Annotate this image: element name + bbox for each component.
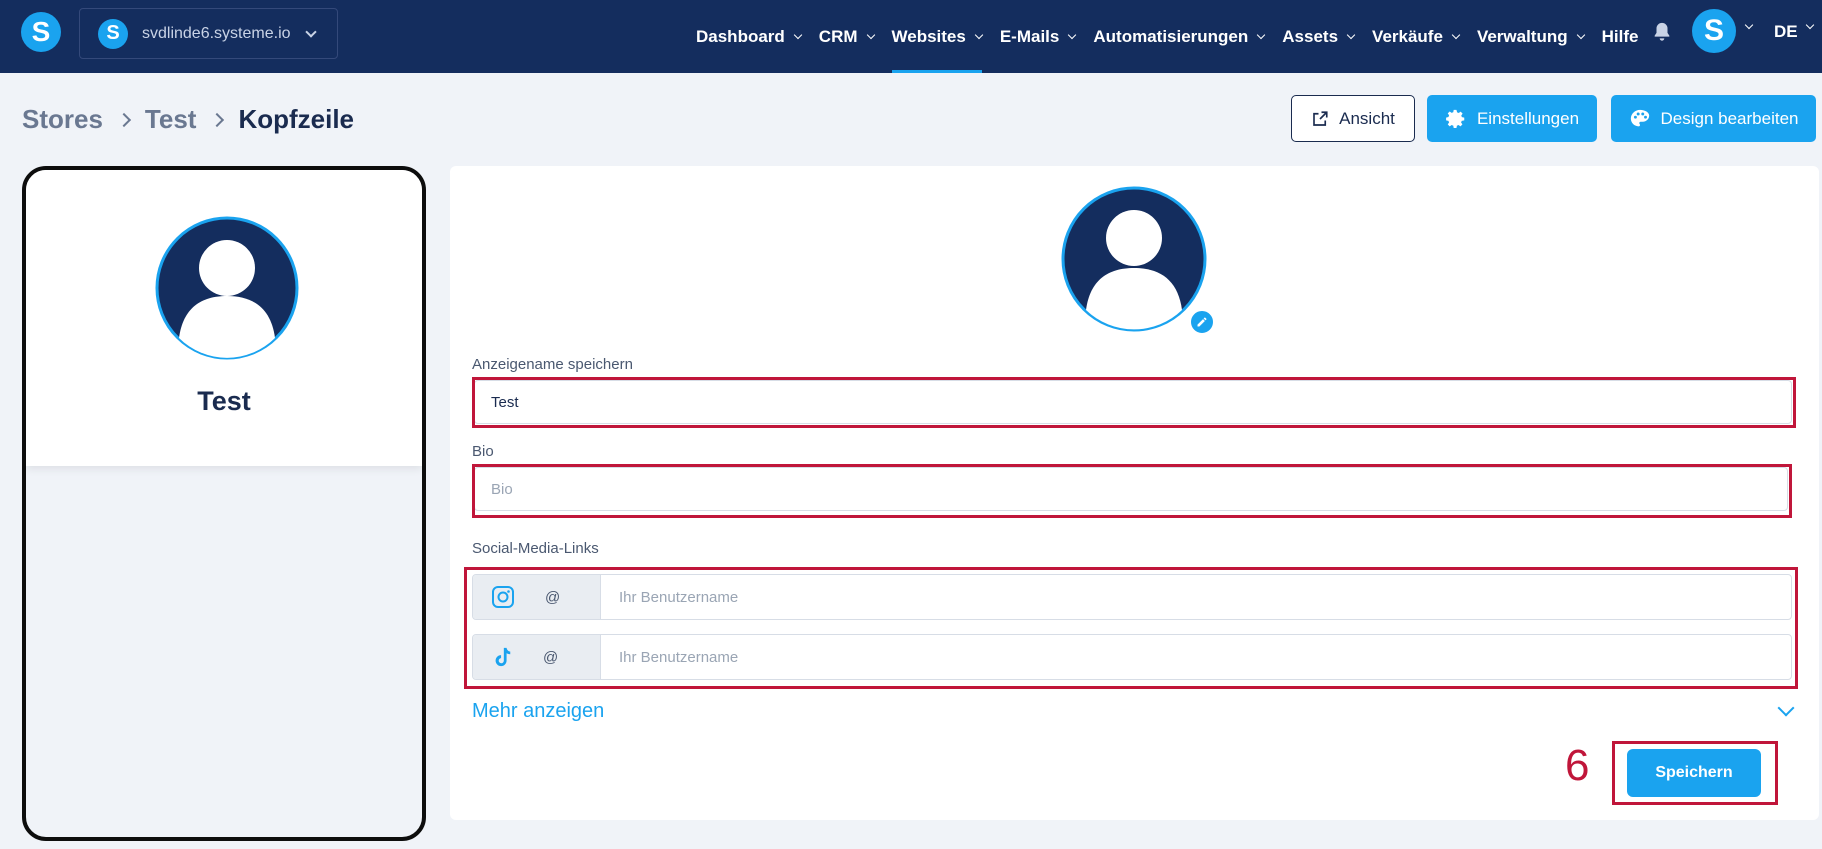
avatar-placeholder-icon <box>155 216 299 360</box>
chevron-down-icon <box>1346 30 1356 39</box>
chevron-down-icon <box>974 30 984 39</box>
chevron-down-icon <box>866 30 875 39</box>
show-more-link[interactable]: Mehr anzeigen <box>472 700 604 723</box>
bio-label: Bio <box>472 443 494 460</box>
site-icon: S <box>98 18 128 49</box>
bell-icon[interactable] <box>1651 21 1673 43</box>
nav-emails[interactable]: E-Mails <box>999 0 1077 73</box>
chevron-down-icon[interactable] <box>1744 20 1754 30</box>
highlight-box <box>472 377 1796 428</box>
highlight-box <box>1612 741 1778 805</box>
site-selector[interactable]: S svdlinde6.systeme.io <box>79 8 338 59</box>
edit-avatar-button[interactable] <box>1189 309 1215 335</box>
chevron-right-icon <box>116 112 131 127</box>
nav-label: Verwaltung <box>1476 26 1568 46</box>
nav-label: E-Mails <box>999 26 1060 46</box>
palette-icon <box>1630 109 1649 126</box>
nav-assets[interactable]: Assets <box>1282 0 1356 73</box>
site-name: svdlinde6.systeme.io <box>142 24 291 42</box>
breadcrumb-test[interactable]: Test <box>145 104 197 135</box>
nav-label: Verkäufe <box>1372 26 1443 46</box>
chevron-down-icon[interactable] <box>1777 699 1795 717</box>
chevron-down-icon <box>1576 30 1585 39</box>
chevron-down-icon <box>304 25 317 38</box>
preview-header-card: Test <box>26 170 422 466</box>
nav-label: Assets <box>1282 26 1339 46</box>
nav-verkaeufe[interactable]: Verkäufe <box>1372 0 1461 73</box>
breadcrumb: Stores Test Kopfzeile <box>22 104 354 135</box>
nav-dashboard[interactable]: Dashboard <box>696 0 803 73</box>
user-avatar[interactable]: S <box>1692 9 1736 53</box>
nav-label: Automatisierungen <box>1093 26 1249 46</box>
step-number-annotation: 6 <box>1565 741 1590 790</box>
highlight-box <box>464 567 1798 689</box>
gear-icon <box>1446 109 1465 128</box>
edit-design-button[interactable]: Design bearbeiten <box>1611 95 1816 142</box>
edit-design-label: Design bearbeiten <box>1660 108 1799 128</box>
nav-hilfe[interactable]: Hilfe <box>1602 0 1639 73</box>
chevron-down-icon[interactable] <box>1805 20 1815 30</box>
chevron-down-icon <box>1257 30 1266 39</box>
systeme-logo[interactable]: S <box>21 12 61 52</box>
nav-label: Dashboard <box>696 26 785 46</box>
pencil-icon <box>1197 317 1207 327</box>
nav-verwaltung[interactable]: Verwaltung <box>1476 0 1585 73</box>
breadcrumb-stores[interactable]: Stores <box>22 104 103 135</box>
header-settings-form: Anzeigename speichern Bio Social-Media-L… <box>450 166 1819 820</box>
social-links-label: Social-Media-Links <box>472 540 599 557</box>
view-button[interactable]: Ansicht <box>1291 95 1415 142</box>
main-nav: Dashboard CRM Websites E-Mails Automatis… <box>696 0 1656 73</box>
top-navbar: S S svdlinde6.systeme.io Dashboard CRM W… <box>0 0 1822 73</box>
display-name-label: Anzeigename speichern <box>472 356 633 373</box>
chevron-down-icon <box>793 30 803 39</box>
highlight-box <box>472 464 1792 518</box>
phone-preview: Test <box>22 166 426 841</box>
language-selector[interactable]: DE <box>1774 22 1798 42</box>
external-link-icon <box>1313 110 1328 126</box>
nav-automatisierungen[interactable]: Automatisierungen <box>1093 0 1266 73</box>
chevron-right-icon <box>210 112 225 127</box>
view-button-label: Ansicht <box>1339 108 1395 128</box>
nav-label: Websites <box>891 26 966 46</box>
page-title: Kopfzeile <box>238 104 355 134</box>
settings-button-label: Einstellungen <box>1476 108 1580 128</box>
nav-crm[interactable]: CRM <box>818 0 875 73</box>
settings-button[interactable]: Einstellungen <box>1427 95 1597 142</box>
nav-label: Hilfe <box>1601 26 1639 46</box>
chevron-down-icon <box>1451 30 1461 39</box>
nav-websites[interactable]: Websites <box>891 0 984 73</box>
preview-display-name: Test <box>197 386 251 416</box>
profile-avatar[interactable] <box>1061 186 1207 332</box>
nav-label: CRM <box>818 26 858 46</box>
chevron-down-icon <box>1068 30 1077 39</box>
